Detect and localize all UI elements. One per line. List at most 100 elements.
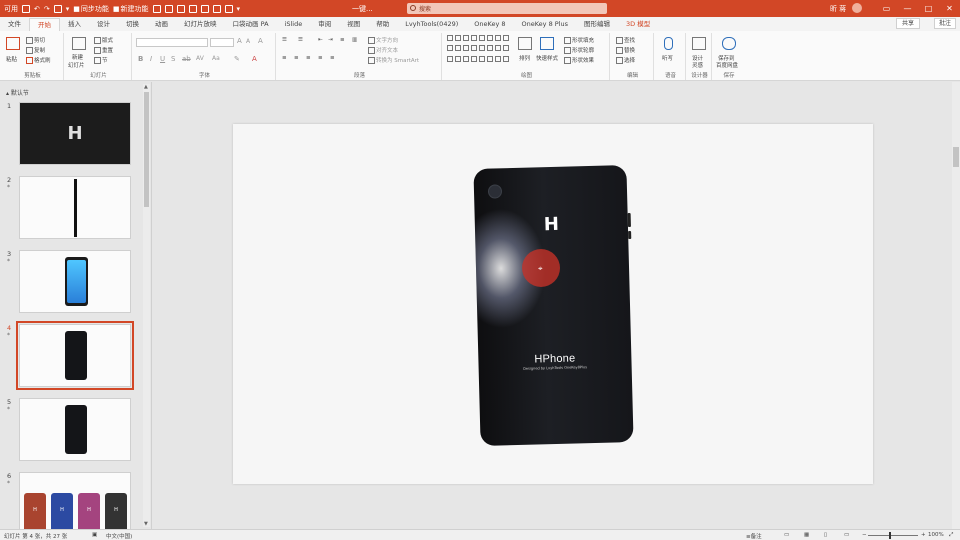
distributed-icon[interactable]: ≡ — [330, 55, 335, 61]
zoom-slider-knob[interactable] — [889, 532, 891, 539]
tab-onekey8[interactable]: OneKey 8 — [466, 18, 513, 31]
clear-format-button[interactable]: A — [258, 37, 263, 45]
shape-icon[interactable] — [479, 35, 485, 41]
export-icon[interactable] — [176, 4, 185, 13]
tab-islide[interactable]: iSlide — [277, 18, 311, 31]
justify-icon[interactable]: ≡ — [318, 55, 323, 61]
shapes-gallery[interactable] — [447, 35, 509, 65]
decrease-indent-icon[interactable]: ⇤ — [318, 37, 323, 43]
shape-icon[interactable] — [447, 55, 453, 62]
normal-view-icon[interactable]: ▭ — [784, 532, 789, 538]
increase-indent-icon[interactable]: ⇥ — [328, 37, 333, 43]
shape-icon[interactable] — [447, 35, 453, 41]
thumbnail-scrollbar[interactable]: ▲ ▼ — [143, 84, 150, 527]
slide-editor[interactable]: H HPhone Designed by LvyhTools OneKey8Pl… — [153, 82, 952, 529]
slide-sorter-icon[interactable]: ▦ — [804, 532, 809, 538]
tab-animations[interactable]: 动画 — [147, 18, 176, 31]
scroll-down-icon[interactable]: ▼ — [144, 521, 148, 527]
arrange-button[interactable] — [518, 37, 533, 50]
font-name-select[interactable] — [136, 38, 208, 47]
shape-outline-button[interactable]: 形状轮廓 — [564, 46, 594, 54]
record-icon[interactable] — [212, 4, 221, 13]
tab-lvyhtools[interactable]: LvyhTools(0429) — [397, 18, 466, 31]
minimize-button[interactable]: — — [897, 0, 918, 17]
slideshow-icon[interactable]: ▭ — [844, 532, 849, 538]
align-left-icon[interactable]: ≡ — [282, 55, 287, 61]
table-icon[interactable] — [164, 4, 173, 13]
shape-icon[interactable] — [463, 45, 469, 52]
align-center-icon[interactable]: ≡ — [294, 55, 299, 61]
shape-icon[interactable] — [487, 45, 493, 52]
grow-font-button[interactable]: A — [237, 37, 242, 45]
char-spacing-button[interactable]: AV — [196, 55, 204, 62]
save-to-cloud-button[interactable] — [722, 37, 737, 50]
quick-styles-button[interactable] — [540, 37, 555, 50]
notes-button[interactable]: ≡备注 — [746, 532, 762, 540]
select-button[interactable]: 选择 — [616, 56, 635, 64]
shape-icon[interactable] — [495, 55, 501, 62]
shape-fill-button[interactable]: 形状填充 — [564, 36, 594, 44]
underline-button[interactable]: U — [160, 55, 165, 63]
bold-button[interactable]: B — [138, 55, 143, 63]
user-name[interactable]: 昕 蒋 — [830, 4, 846, 14]
new-feature-button[interactable]: ■ 新建功能 — [113, 4, 149, 14]
shape-icon[interactable] — [495, 35, 501, 41]
scroll-up-icon[interactable]: ▲ — [144, 84, 148, 90]
tab-pocket-animation[interactable]: 口袋动画 PA — [225, 18, 277, 31]
thumbnail-image[interactable] — [19, 176, 131, 239]
tab-graphic-edit[interactable]: 图形编辑 — [576, 18, 618, 31]
tab-review[interactable]: 审阅 — [310, 18, 339, 31]
customize-qat-icon[interactable]: ▾ — [237, 5, 241, 13]
line-spacing-icon[interactable]: ≡ — [340, 37, 345, 43]
shape-icon[interactable] — [455, 45, 461, 52]
thumbnail-image[interactable] — [19, 250, 131, 313]
align-right-icon[interactable]: ≡ — [306, 55, 311, 61]
italic-button[interactable]: I — [150, 55, 152, 63]
shape-icon[interactable] — [455, 35, 461, 41]
tab-file[interactable]: 文件 — [0, 18, 29, 31]
share-button[interactable]: 共享 — [895, 18, 920, 29]
change-case-button[interactable]: Aa — [212, 55, 220, 62]
slide-canvas[interactable]: H HPhone Designed by LvyhTools OneKey8Pl… — [233, 124, 873, 484]
tab-design[interactable]: 设计 — [89, 18, 118, 31]
new-slide-button[interactable] — [72, 37, 87, 50]
thumbnail-image[interactable]: H H H H — [19, 472, 131, 529]
cut-button[interactable]: 剪切 — [26, 36, 45, 44]
replace-button[interactable]: 替换 — [616, 46, 635, 54]
language-indicator[interactable]: 中文(中国) — [106, 532, 132, 540]
highlight-button[interactable]: ✎ — [234, 55, 240, 63]
find-button[interactable]: 查找 — [616, 36, 635, 44]
maximize-button[interactable]: □ — [918, 0, 939, 17]
zoom-slider[interactable] — [868, 535, 918, 536]
zoom-in-button[interactable]: + — [921, 532, 926, 538]
shadow-button[interactable]: S — [171, 55, 175, 63]
design-ideas-button[interactable] — [692, 37, 707, 50]
shape-icon[interactable] — [447, 45, 453, 52]
copy-button[interactable]: 复制 — [26, 46, 45, 54]
tab-help[interactable]: 帮助 — [368, 18, 397, 31]
shape-icon[interactable] — [503, 35, 509, 41]
section-button[interactable]: 节 — [94, 56, 108, 64]
fit-slide-icon[interactable]: ⤢ — [949, 532, 953, 539]
scrollbar-thumb[interactable] — [144, 92, 149, 207]
shape-icon[interactable] — [471, 45, 477, 52]
spell-check-icon[interactable]: ▣ — [92, 532, 97, 538]
tab-view[interactable]: 视图 — [339, 18, 368, 31]
avatar[interactable] — [852, 3, 862, 13]
comments-button[interactable]: 批注 — [933, 18, 956, 29]
close-button[interactable]: ✕ — [939, 0, 960, 17]
shape-effects-button[interactable]: 形状效果 — [564, 56, 594, 64]
layout-button[interactable]: 版式 — [94, 36, 113, 44]
numbering-icon[interactable]: ☰ — [298, 37, 303, 43]
font-color-button[interactable]: A — [252, 55, 257, 63]
redo-icon[interactable]: ↷ — [44, 5, 50, 13]
shape-icon[interactable] — [503, 45, 509, 52]
bullets-icon[interactable]: ☰ — [282, 37, 287, 43]
shape-icon[interactable] — [471, 55, 477, 62]
camera-icon[interactable] — [224, 4, 233, 13]
search-box[interactable]: 搜索 — [407, 3, 607, 14]
reset-button[interactable]: 重置 — [94, 46, 113, 54]
columns-icon[interactable]: ▥ — [352, 37, 357, 43]
shrink-font-button[interactable]: A — [246, 38, 250, 45]
thumbnail-image[interactable] — [19, 398, 131, 461]
